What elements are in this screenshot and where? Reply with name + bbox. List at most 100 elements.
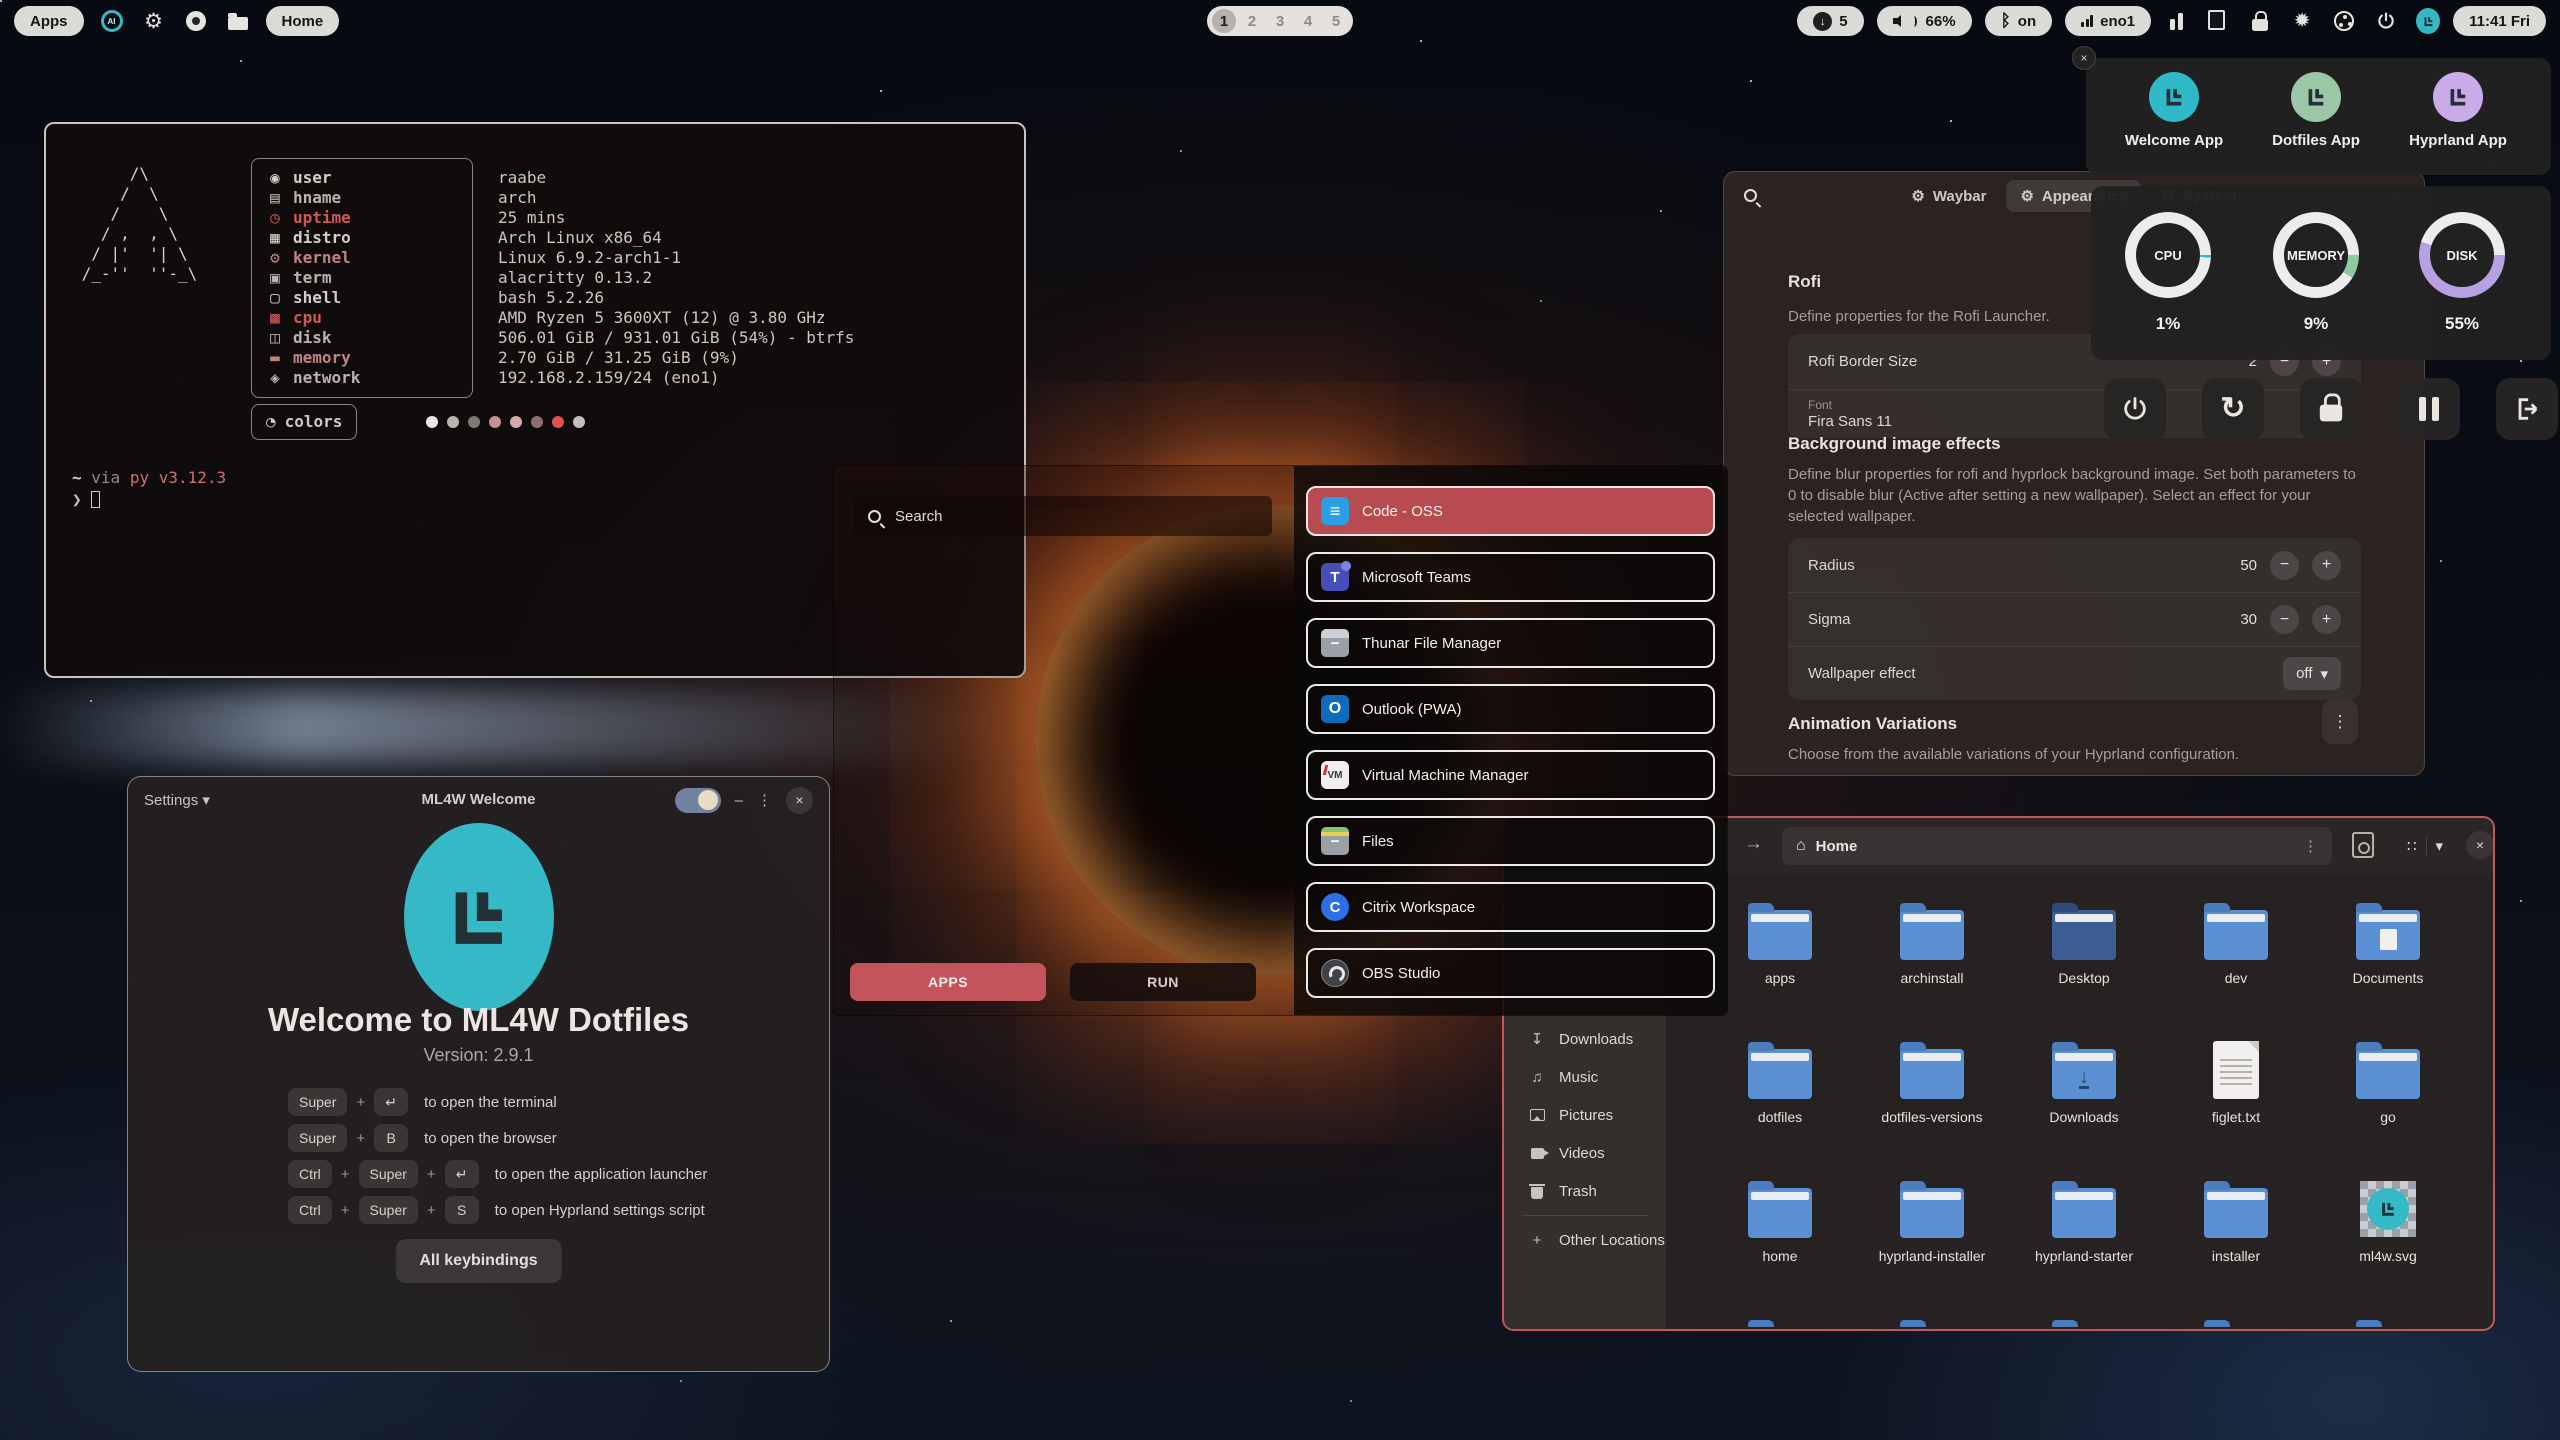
memory-percent: 9% (2273, 314, 2359, 334)
app-row-citrix[interactable]: CCitrix Workspace (1306, 882, 1715, 932)
run-tab[interactable]: RUN (1070, 963, 1256, 1001)
animation-menu-button[interactable]: ⋮ (2322, 700, 2358, 744)
radius-row[interactable]: Radius 50 − + (1788, 538, 2361, 592)
clock[interactable]: 11:41 Fri (2453, 6, 2546, 36)
file-item[interactable]: go (2312, 1035, 2464, 1174)
settings-menu-button[interactable]: Settings ▾ (144, 791, 210, 809)
radius-value: 50 (2240, 557, 2257, 574)
app-row-microsoft-teams[interactable]: TMicrosoft Teams (1306, 552, 1715, 602)
file-item[interactable]: figlet.txt (2160, 1035, 2312, 1174)
apps-menu-button[interactable]: Apps (14, 6, 84, 36)
menu-kebab-button[interactable]: ⋮ (757, 791, 772, 809)
file-item[interactable]: dotfiles-versions (1856, 1035, 2008, 1174)
chrome-browser-icon[interactable] (184, 9, 208, 33)
power-icon[interactable] (2374, 9, 2398, 33)
network-indicator[interactable]: eno1 (2065, 6, 2151, 36)
quickpanel-power-buttons: ↻ (2104, 378, 2558, 440)
file-item[interactable]: ↓Downloads (2008, 1035, 2160, 1174)
lock-icon[interactable] (2248, 9, 2272, 33)
bluetooth-indicator[interactable]: ᛒ on (1985, 6, 2053, 36)
file-item[interactable]: Desktop (2008, 896, 2160, 1035)
decrease-button[interactable]: − (2270, 551, 2299, 580)
lock-button[interactable] (2300, 378, 2362, 440)
ml4w-welcome-window[interactable]: ML4W Welcome Settings ▾ – ⋮ × Welcome to… (127, 776, 830, 1372)
sigma-value: 30 (2240, 611, 2257, 628)
sidebar-item-videos[interactable]: Videos (1504, 1134, 1666, 1172)
hypr-effects-icon[interactable]: ✹ (2290, 9, 2314, 33)
clipboard-icon[interactable] (2206, 9, 2230, 33)
file-item-partial[interactable] (2312, 1313, 2464, 1327)
wallpaper-effect-row[interactable]: Wallpaper effect off▾ (1788, 647, 2361, 700)
file-item-partial[interactable] (1704, 1313, 1856, 1327)
view-toggle-button[interactable]: ∷ ▾ (2397, 830, 2453, 862)
home-button[interactable]: Home (266, 6, 340, 36)
workspace-2[interactable]: 2 (1240, 9, 1264, 33)
search-icon[interactable] (1744, 189, 1757, 202)
path-menu-button[interactable]: ⋮ (2303, 837, 2318, 855)
file-item[interactable]: hyprland-starter (2008, 1174, 2160, 1313)
app-row-files[interactable]: −Files (1306, 816, 1715, 866)
file-item[interactable]: dev (2160, 896, 2312, 1035)
all-keybindings-button[interactable]: All keybindings (395, 1239, 561, 1283)
increase-button[interactable]: + (2312, 551, 2341, 580)
file-item[interactable]: dotfiles (1704, 1035, 1856, 1174)
shutdown-button[interactable] (2104, 378, 2166, 440)
decrease-button[interactable]: − (2270, 605, 2299, 634)
theme-toggle[interactable] (675, 788, 721, 813)
file-item-partial[interactable] (1856, 1313, 2008, 1327)
sidebar-item-trash[interactable]: Trash (1504, 1172, 1666, 1210)
suspend-button[interactable] (2398, 378, 2460, 440)
ml4w-updater-icon[interactable]: AI (100, 9, 124, 33)
file-item[interactable]: installer (2160, 1174, 2312, 1313)
app-row-obs-studio[interactable]: OBS Studio (1306, 948, 1715, 998)
search-input[interactable] (893, 507, 1258, 526)
workspace-5[interactable]: 5 (1324, 9, 1348, 33)
app-row-thunar[interactable]: −Thunar File Manager (1306, 618, 1715, 668)
updates-indicator[interactable]: ↓ 5 (1797, 6, 1863, 36)
restart-button[interactable]: ↻ (2202, 378, 2264, 440)
forward-button[interactable]: → (1744, 833, 1763, 855)
volume-indicator[interactable]: 66% (1877, 6, 1972, 36)
minimize-button[interactable]: – (735, 792, 743, 809)
close-button[interactable]: × (2466, 831, 2494, 859)
hyprland-app-button[interactable]: Hyprland App (2388, 72, 2528, 149)
sidebar-item-downloads[interactable]: ↧Downloads (1504, 1020, 1666, 1058)
quickpanel-close-icon[interactable]: × (2072, 46, 2096, 70)
sidebar-item-pictures[interactable]: Pictures (1504, 1096, 1666, 1134)
dotfiles-app-button[interactable]: Dotfiles App (2246, 72, 2386, 149)
file-manager-icon[interactable] (226, 9, 250, 33)
file-item[interactable]: Documents (2312, 896, 2464, 1035)
app-row-outlook[interactable]: OOutlook (PWA) (1306, 684, 1715, 734)
workspace-4[interactable]: 4 (1296, 9, 1320, 33)
system-stats-icon[interactable] (2164, 9, 2188, 33)
app-row-code-oss[interactable]: ≡Code - OSS (1306, 486, 1715, 536)
tab-waybar[interactable]: ⚙Waybar (1897, 180, 2000, 212)
file-item[interactable]: home (1704, 1174, 1856, 1313)
welcome-app-button[interactable]: Welcome App (2104, 72, 2244, 149)
workspace-1[interactable]: 1 (1212, 9, 1236, 33)
app-row-virtual-machine-manager[interactable]: VMVirtual Machine Manager (1306, 750, 1715, 800)
obs-icon[interactable] (2332, 9, 2356, 33)
file-item[interactable]: archinstall (1856, 896, 2008, 1035)
file-item[interactable]: hyprland-installer (1856, 1174, 2008, 1313)
apps-tab[interactable]: APPS (850, 963, 1046, 1001)
launcher-search[interactable] (854, 496, 1272, 536)
file-item-partial[interactable] (2008, 1313, 2160, 1327)
sidebar-item-other-locations[interactable]: +Other Locations (1504, 1221, 1666, 1259)
file-item-partial[interactable] (2160, 1313, 2312, 1327)
ml4w-menu-icon[interactable] (2416, 9, 2440, 33)
settings-gear-icon[interactable]: ⚙ (142, 9, 166, 33)
ml4w-logo (404, 823, 554, 1011)
workspace-3[interactable]: 3 (1268, 9, 1292, 33)
file-item[interactable]: ml4w.svg (2312, 1174, 2464, 1313)
path-bar[interactable]: ⌂ Home ⋮ (1782, 827, 2332, 865)
search-in-folder-icon[interactable] (2352, 832, 2374, 858)
sigma-row[interactable]: Sigma 30 − + (1788, 593, 2361, 646)
logout-button[interactable] (2496, 378, 2558, 440)
app-launcher[interactable]: ≡Code - OSS TMicrosoft Teams −Thunar Fil… (833, 465, 1728, 1016)
shell-input-line[interactable]: ❯ (72, 490, 100, 510)
close-button[interactable]: × (786, 787, 813, 814)
sidebar-item-music[interactable]: ♫Music (1504, 1058, 1666, 1096)
wallpaper-effect-dropdown[interactable]: off▾ (2283, 657, 2341, 690)
increase-button[interactable]: + (2312, 605, 2341, 634)
